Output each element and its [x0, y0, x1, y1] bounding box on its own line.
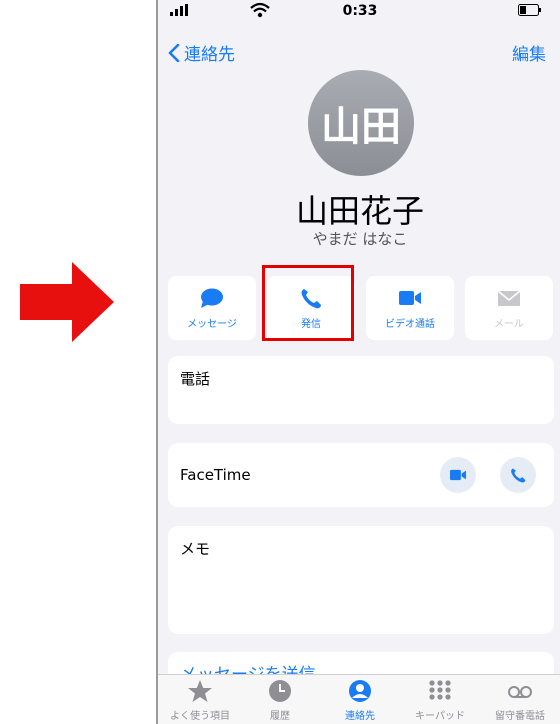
- tab-voicemail[interactable]: 留守番電話: [480, 679, 560, 723]
- voicemail-icon: [508, 686, 532, 698]
- video-call-button[interactable]: ビデオ通話: [366, 276, 454, 340]
- tab-keypad[interactable]: キーパッド: [400, 679, 480, 723]
- edit-button[interactable]: 編集: [512, 40, 546, 65]
- facetime-label: FaceTime: [180, 466, 251, 484]
- mail-button[interactable]: メール: [465, 276, 553, 340]
- navigation-bar: 連絡先 編集: [158, 40, 560, 66]
- phone-label: 電話: [180, 370, 211, 388]
- chevron-left-icon: [168, 43, 180, 62]
- message-icon: [201, 288, 223, 308]
- clock-icon: [269, 680, 291, 702]
- tab-label: 連絡先: [345, 711, 375, 722]
- video-icon: [399, 290, 421, 305]
- message-button-label: メッセージ: [187, 318, 237, 330]
- video-call-button-label: ビデオ通話: [385, 318, 435, 330]
- phone-screen: 0:33 連絡先 編集 山田 山田花子 やまだ はなこ メッセージ 発信 ビデオ…: [156, 0, 560, 724]
- back-button-label: 連絡先: [184, 45, 235, 65]
- memo-card[interactable]: メモ: [168, 526, 554, 634]
- person-icon: [349, 680, 371, 702]
- facetime-audio-button[interactable]: [500, 457, 536, 493]
- tab-label: キーパッド: [415, 711, 465, 722]
- action-buttons: メッセージ 発信 ビデオ通話 メール: [168, 276, 556, 340]
- memo-label: メモ: [180, 540, 211, 558]
- tab-contacts[interactable]: 連絡先: [320, 679, 400, 723]
- message-button[interactable]: メッセージ: [168, 276, 256, 340]
- facetime-video-button[interactable]: [440, 457, 476, 493]
- phone-card[interactable]: 電話: [168, 356, 554, 424]
- video-icon: [450, 469, 466, 481]
- tab-favorites[interactable]: よく使う項目: [160, 679, 240, 723]
- mail-icon: [497, 289, 521, 306]
- status-bar: 0:33: [158, 0, 560, 22]
- contact-name: 山田花子: [295, 192, 424, 230]
- status-time: 0:33: [342, 3, 378, 19]
- battery-icon: [518, 4, 541, 16]
- tab-recents[interactable]: 履歴: [240, 679, 320, 723]
- tab-label: よく使う項目: [170, 711, 230, 722]
- avatar: 山田: [308, 70, 414, 176]
- back-button[interactable]: 連絡先: [168, 40, 235, 65]
- star-icon: [188, 680, 212, 702]
- phone-icon: [511, 468, 526, 483]
- contact-reading: やまだ はなこ: [312, 230, 408, 248]
- mail-button-label: メール: [494, 318, 524, 330]
- call-highlight-box: [262, 265, 354, 341]
- tab-label: 留守番電話: [495, 711, 545, 722]
- tab-bar: よく使う項目 履歴 連絡先 キーパッド 留守番電話: [158, 674, 560, 724]
- keypad-icon: [429, 680, 451, 700]
- tab-label: 履歴: [270, 711, 290, 722]
- red-arrow-icon: [20, 262, 114, 342]
- facetime-card: FaceTime: [168, 443, 554, 507]
